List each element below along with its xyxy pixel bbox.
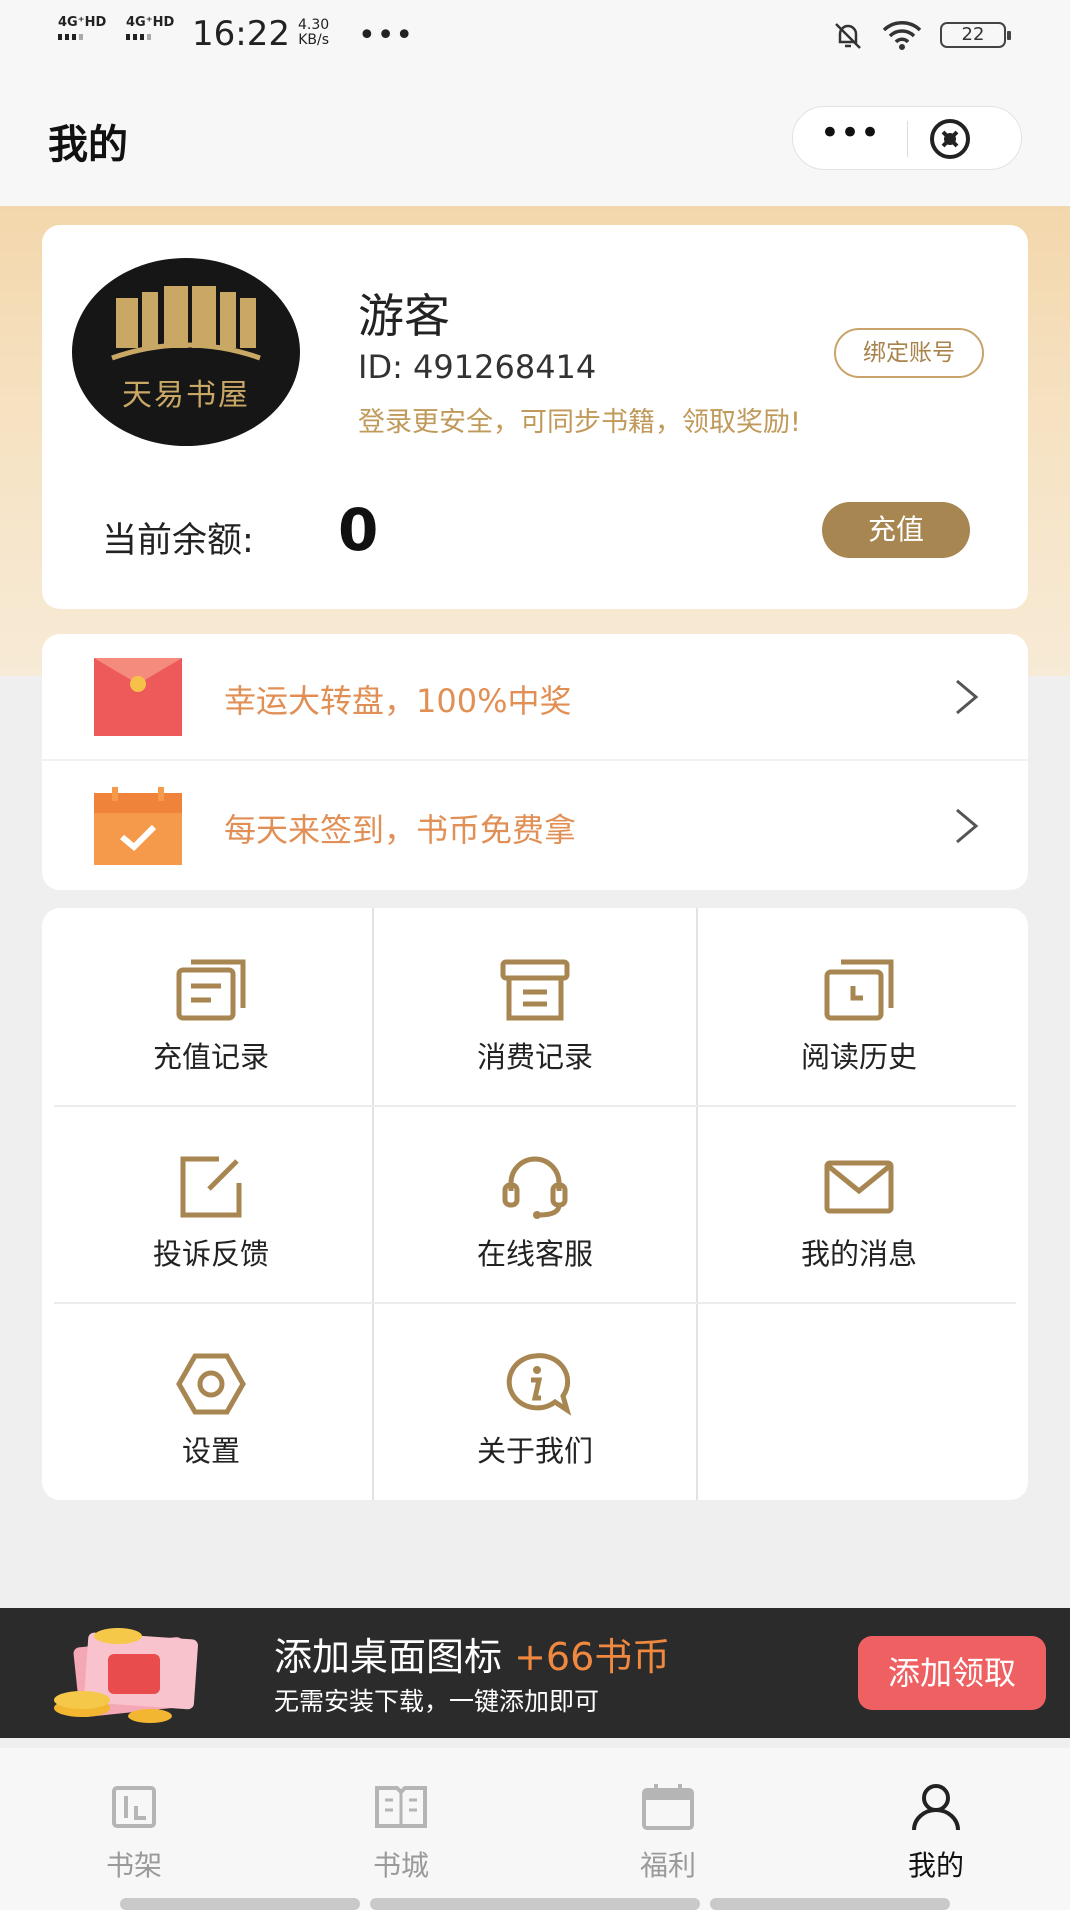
promo-daily-checkin[interactable]: 每天来签到，书币免费拿 [42,763,1028,890]
menu-consume-record[interactable]: 消费记录 [374,908,696,1105]
bind-account-button[interactable]: 绑定账号 [834,328,984,378]
tab-label: 书架 [105,1849,162,1882]
speed-value: 4.30 [298,17,330,33]
recharge-record-icon [176,959,246,1021]
tab-label: 福利 [639,1849,696,1882]
menu-reading-history[interactable]: 阅读历史 [698,908,1020,1105]
avatar: 天易书屋 [72,258,300,446]
gift-coins-icon [54,1628,198,1723]
home-indicator-segment [120,1898,360,1910]
signal-indicator-2: 4G⁺HD [126,16,174,40]
menu-label: 阅读历史 [800,1040,917,1074]
menu-label: 消费记录 [476,1040,593,1074]
more-icon[interactable]: ••• [793,107,907,171]
info-bubble-icon [506,1353,571,1416]
consume-record-icon [500,959,570,1021]
feedback-edit-icon [180,1156,242,1218]
tab-label: 书城 [372,1849,429,1882]
book-city-icon [375,1786,427,1828]
promo-label: 每天来签到，书币免费拿 [224,811,577,849]
tab-label: 我的 [907,1849,964,1882]
tab-mine[interactable]: 我的 [866,1782,1006,1884]
menu-label: 在线客服 [476,1237,593,1271]
login-hint: 登录更安全，可同步书籍，领取奖励! [358,407,801,438]
menu-online-service[interactable]: 在线客服 [374,1105,696,1302]
menu-grid: 充值记录 消费记录 阅读历史 投诉反馈 在线客服 我的消息 设置 关于我们 [42,908,1028,1500]
signal-indicator-1: 4G⁺HD [58,16,106,40]
promo-card: 幸运大转盘，100%中奖 每天来签到，书币免费拿 [42,634,1028,890]
promo-lucky-wheel[interactable]: 幸运大转盘，100%中奖 [42,634,1028,761]
battery-icon: 22 [940,22,1011,48]
status-more-dots: ••• [358,18,415,53]
menu-feedback[interactable]: 投诉反馈 [50,1105,372,1302]
tab-welfare[interactable]: 福利 [598,1782,738,1884]
menu-recharge-record[interactable]: 充值记录 [50,908,372,1105]
speed-unit: KB/s [298,32,329,48]
wifi-icon [882,21,922,50]
home-indicator-segment [370,1898,700,1910]
promo-label: 幸运大转盘，100%中奖 [224,682,572,720]
banner-subtitle: 无需安装下载，一键添加即可 [274,1687,600,1716]
menu-settings[interactable]: 设置 [50,1302,372,1499]
welfare-calendar-icon [642,1784,694,1830]
banner-coin-reward: +66书币 [514,1635,671,1679]
signal-label-2: 4G⁺HD [126,15,175,30]
menu-label: 充值记录 [152,1040,269,1074]
envelope-icon [824,1160,894,1214]
username: 游客 [358,289,450,343]
banner-title: 添加桌面图标 +66书币 [274,1626,670,1681]
avatar-brand-text: 天易书屋 [122,378,250,413]
person-icon [912,1784,960,1831]
menu-about-us[interactable]: 关于我们 [374,1302,696,1499]
chevron-right-icon [956,679,979,715]
signal-label-1: 4G⁺HD [58,15,107,30]
close-circle-icon [930,119,970,159]
add-claim-button[interactable]: 添加领取 [858,1636,1046,1710]
tab-book-city[interactable]: 书城 [331,1782,471,1884]
network-speed: 4.30 KB/s [298,18,329,48]
reading-history-icon [824,959,894,1021]
menu-label: 投诉反馈 [152,1237,269,1271]
balance-value: 0 [338,496,379,564]
mini-program-capsule: ••• [792,106,1022,170]
menu-my-messages[interactable]: 我的消息 [698,1105,1020,1302]
recharge-button[interactable]: 充值 [822,502,970,558]
menu-label: 我的消息 [800,1237,917,1271]
chevron-right-icon [956,808,979,844]
menu-label: 关于我们 [476,1434,593,1468]
page-title: 我的 [48,122,128,168]
banner-title-text: 添加桌面图标 [274,1635,515,1679]
bookshelf-icon [112,1786,156,1828]
settings-hex-icon [176,1353,246,1415]
headset-icon [502,1156,568,1219]
mute-bell-icon [835,23,861,49]
calendar-check-icon [94,787,182,865]
home-indicator-segment [710,1898,950,1910]
menu-label: 设置 [181,1434,240,1468]
balance-label: 当前余额: [102,521,254,561]
close-button[interactable] [908,107,1022,171]
user-id: ID: 491268414 [358,348,597,386]
status-time: 16:22 [192,14,290,54]
tab-bookshelf[interactable]: 书架 [64,1782,204,1884]
red-envelope-icon [94,658,182,736]
